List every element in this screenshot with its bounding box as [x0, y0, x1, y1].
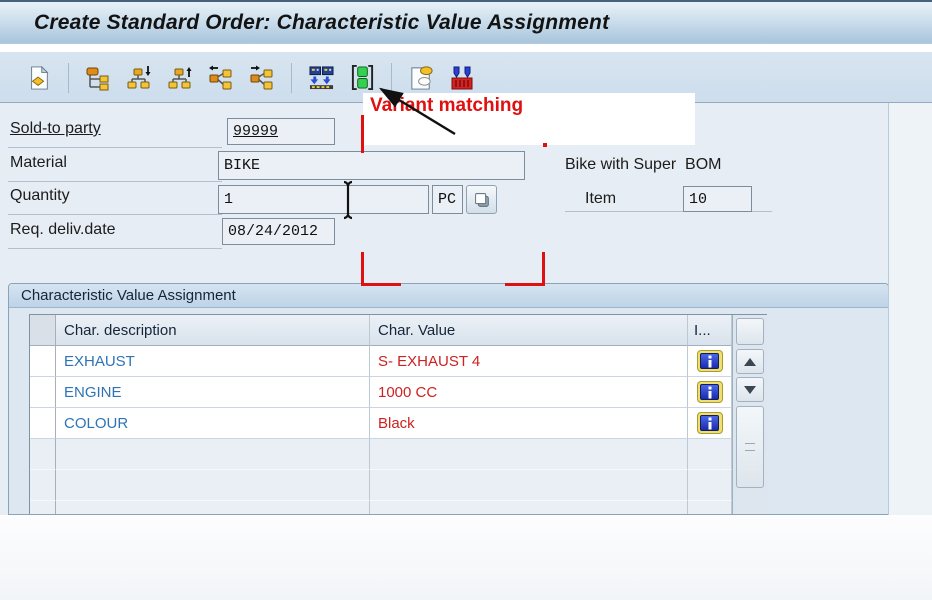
info-icon	[700, 353, 719, 369]
create-characteristic-icon[interactable]	[24, 62, 54, 94]
status-lights-icon[interactable]	[347, 62, 377, 94]
info-button[interactable]	[697, 381, 723, 403]
row-divider	[8, 181, 222, 182]
req-deliv-date-field[interactable]: 08/24/2012	[222, 218, 335, 245]
material-description-text: Bike with Super BOM	[565, 156, 722, 174]
bottom-blank-area	[0, 515, 932, 600]
info-button[interactable]	[697, 412, 723, 434]
row-divider	[8, 147, 222, 148]
table-row-empty	[30, 501, 732, 515]
info-icon	[700, 415, 719, 431]
char-description-cell[interactable]: EXHAUST	[56, 346, 370, 377]
hierarchy-arrow-right-icon[interactable]	[247, 62, 277, 94]
annotation-bracket-left-horizontal	[361, 283, 401, 286]
table-row: ENGINE 1000 CC	[30, 377, 732, 408]
annotation-red-line	[361, 115, 364, 153]
item-field[interactable]: 10	[683, 186, 752, 212]
table-row: COLOUR Black	[30, 408, 732, 439]
annotation-red-dot	[543, 143, 547, 147]
toolbar-separator	[68, 63, 69, 93]
row-divider	[8, 214, 222, 215]
table-header-row: Char. description Char. Value I...	[30, 315, 732, 346]
title-bar: Create Standard Order: Characteristic Va…	[0, 0, 932, 44]
toolbar-separator	[391, 63, 392, 93]
annotation-bracket-left-vertical	[361, 252, 364, 286]
table-row-empty	[30, 470, 732, 501]
find-configuration-icon[interactable]	[447, 62, 477, 94]
sold-to-party-field[interactable]: 99999	[227, 118, 335, 145]
table-row-empty	[30, 439, 732, 470]
document-icon	[27, 65, 51, 91]
char-description-header: Char. description	[56, 315, 370, 346]
row-selector[interactable]	[30, 408, 56, 439]
table-row: EXHAUST S- EXHAUST 4	[30, 346, 732, 377]
tree-structure-icon[interactable]	[83, 62, 113, 94]
arrow-down-icon	[744, 386, 756, 394]
arrow-up-icon	[744, 358, 756, 366]
annotation-text: Variant matching	[370, 95, 523, 117]
characteristic-value-assignment-groupbox: Characteristic Value Assignment Char. de…	[8, 283, 889, 515]
sold-to-party-label: Sold-to party	[10, 120, 101, 138]
thumb-grip	[745, 443, 755, 451]
char-value-header: Char. Value	[370, 315, 688, 346]
variant-matching-icon[interactable]	[406, 62, 436, 94]
info-button[interactable]	[697, 350, 723, 372]
row-selector[interactable]	[30, 346, 56, 377]
material-field[interactable]: BIKE	[218, 151, 525, 180]
groupbox-title: Characteristic Value Assignment	[21, 287, 236, 304]
material-label: Material	[10, 154, 67, 172]
sap-window: Create Standard Order: Characteristic Va…	[0, 0, 932, 600]
char-value-cell[interactable]: S- EXHAUST 4	[370, 346, 688, 377]
char-description-cell[interactable]: ENGINE	[56, 377, 370, 408]
scroll-down-button[interactable]	[736, 377, 764, 402]
display-variants-button[interactable]	[466, 185, 497, 214]
row-divider	[8, 248, 222, 249]
select-all-header-cell[interactable]	[30, 315, 56, 346]
char-value-cell[interactable]: Black	[370, 408, 688, 439]
quantity-field[interactable]: 1	[218, 185, 429, 214]
table-insert-values-icon[interactable]	[306, 62, 336, 94]
characteristics-table: Char. description Char. Value I... EXHAU…	[29, 314, 767, 515]
row-selector[interactable]	[30, 377, 56, 408]
groupbox-header: Characteristic Value Assignment	[9, 284, 888, 308]
scroll-up-button[interactable]	[736, 349, 764, 374]
row-selector[interactable]	[30, 470, 56, 501]
table-scrollbar[interactable]	[732, 315, 767, 515]
content-right-margin	[888, 103, 932, 515]
annotation-bracket-right-horizontal	[505, 283, 545, 286]
quantity-unit-field[interactable]: PC	[432, 185, 463, 214]
quantity-label: Quantity	[10, 187, 70, 205]
cube-icon	[472, 190, 492, 210]
scrollbar-thumb[interactable]	[736, 406, 764, 488]
char-value-cell[interactable]: 1000 CC	[370, 377, 688, 408]
page-title: Create Standard Order: Characteristic Va…	[34, 11, 609, 35]
hierarchy-expand-up-icon[interactable]	[165, 62, 195, 94]
scrollbar-blank-button[interactable]	[736, 318, 764, 345]
toolbar-separator	[291, 63, 292, 93]
item-label: Item	[585, 190, 616, 208]
row-selector[interactable]	[30, 439, 56, 470]
req-deliv-date-label: Req. deliv.date	[10, 221, 116, 239]
row-selector[interactable]	[30, 501, 56, 515]
content-area: Sold-to party Material Quantity Req. del…	[0, 103, 932, 515]
info-icon	[700, 384, 719, 400]
annotation-callout: Variant matching	[363, 93, 695, 145]
annotation-bracket-right-vertical	[542, 252, 545, 286]
hierarchy-expand-down-icon[interactable]	[124, 62, 154, 94]
char-description-cell[interactable]: COLOUR	[56, 408, 370, 439]
hierarchy-arrow-left-icon[interactable]	[206, 62, 236, 94]
info-column-header: I...	[688, 315, 732, 346]
